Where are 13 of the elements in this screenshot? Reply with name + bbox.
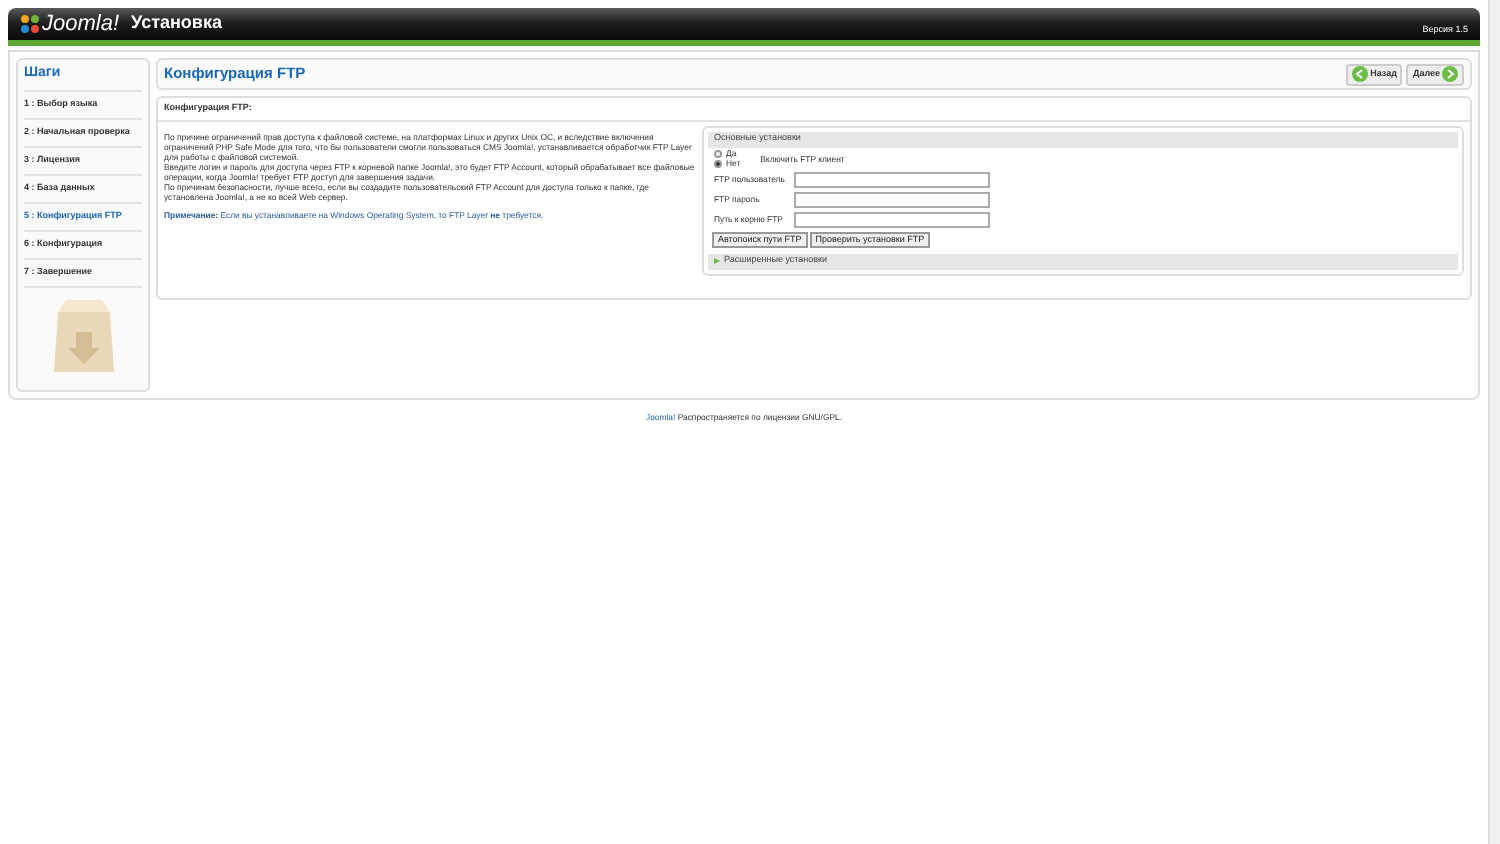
radio-button[interactable] — [714, 150, 722, 159]
joomla-logo-icon — [20, 14, 40, 34]
logo-text: Joomla! — [42, 9, 120, 40]
box-download-icon — [49, 295, 117, 375]
input-field[interactable] — [794, 192, 990, 209]
radio-button[interactable] — [714, 160, 722, 169]
input-field[interactable] — [794, 172, 990, 189]
scrollbar[interactable] — [1488, 0, 1500, 844]
window-title: Установка — [131, 10, 222, 37]
input-field[interactable] — [794, 212, 990, 229]
back-arrow-icon — [1352, 66, 1369, 82]
expand-arrow-icon — [714, 258, 720, 265]
next-arrow-icon — [1442, 66, 1458, 82]
